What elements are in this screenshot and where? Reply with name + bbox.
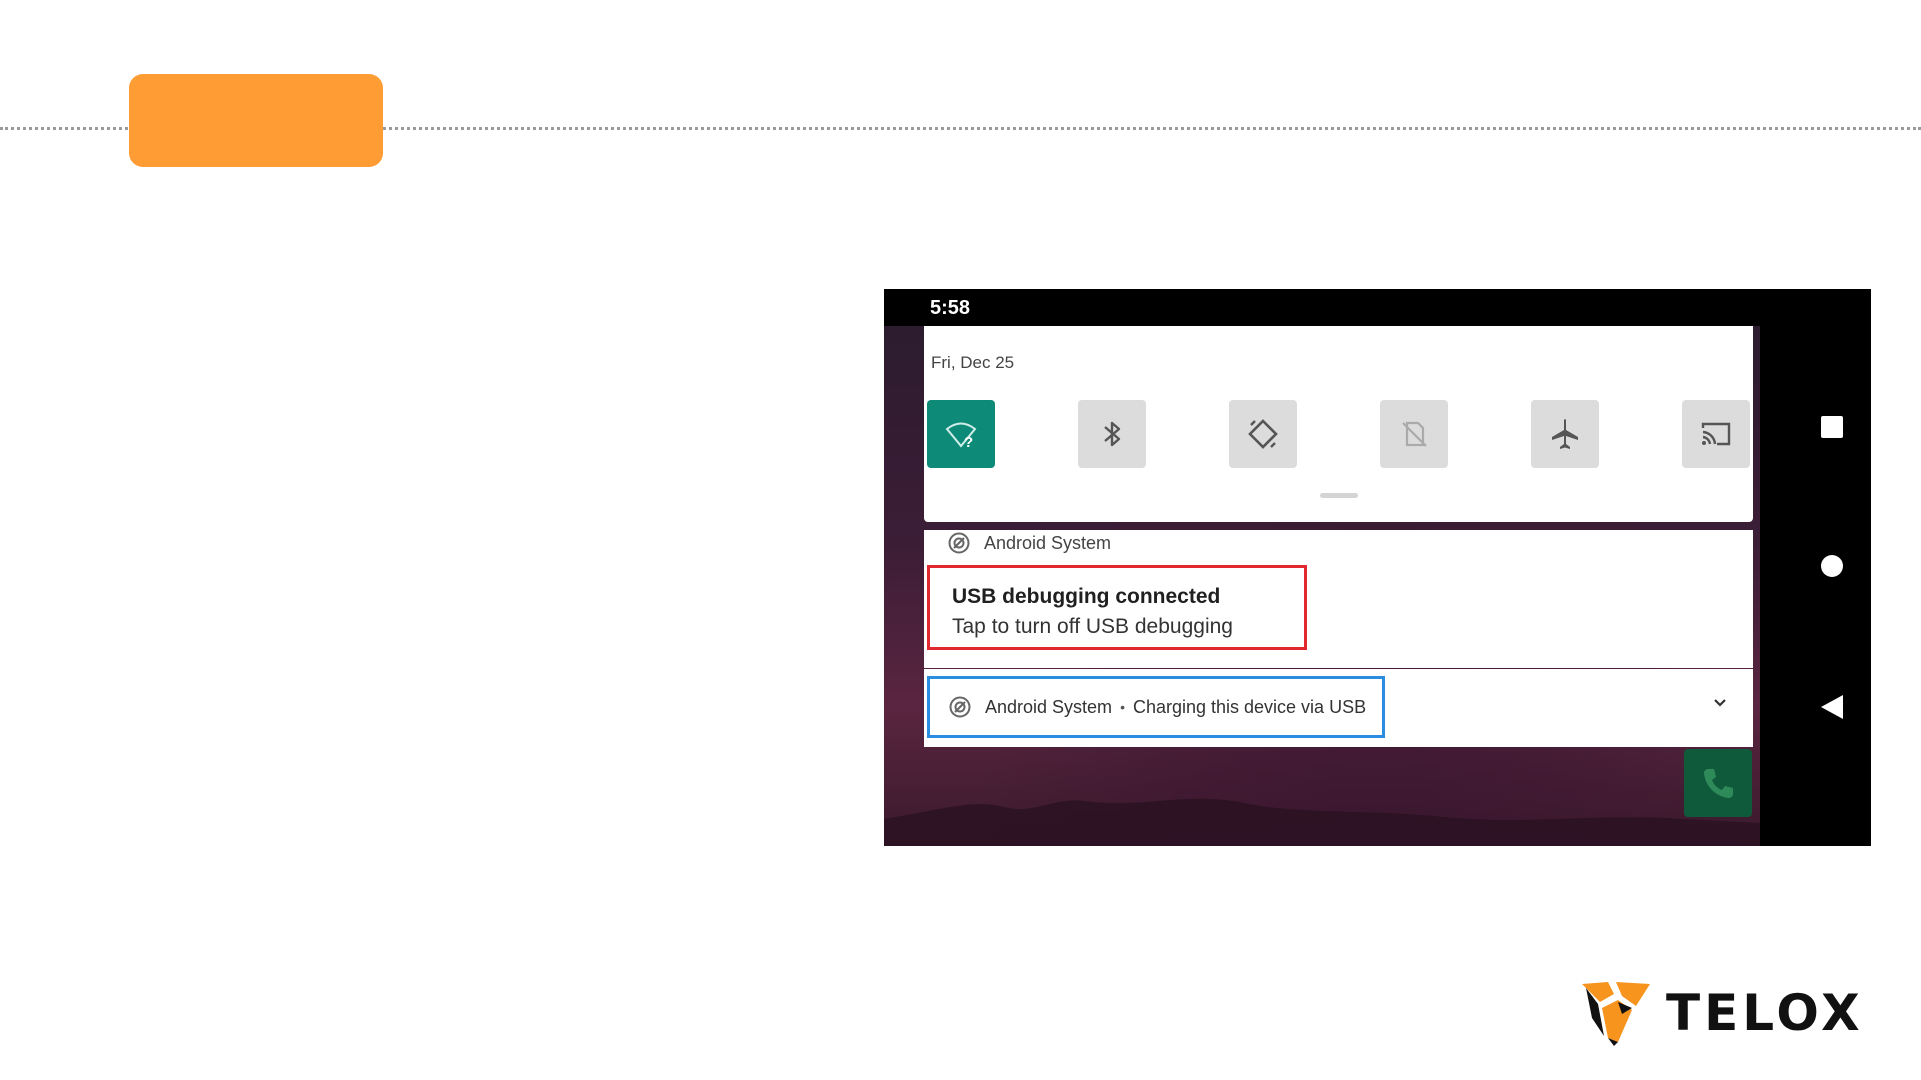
no-sim-tile[interactable] — [1380, 400, 1448, 468]
auto-rotate-icon — [1248, 419, 1278, 449]
back-icon[interactable] — [1821, 695, 1843, 719]
no-sim-icon — [1402, 421, 1427, 447]
notification-text: Charging this device via USB — [1132, 696, 1367, 717]
orange-title-tag — [129, 74, 383, 167]
notification-text: Tap to turn off USB debugging — [952, 615, 1233, 638]
navigation-bar — [1760, 289, 1871, 846]
highlight-box-blue: Android System • Charging this device vi… — [927, 676, 1385, 738]
airplane-mode-tile[interactable] — [1531, 400, 1599, 468]
separator-dot: • — [1120, 699, 1125, 715]
android-screenshot: 5:58 Fri, Dec 25 ? Android System USB de… — [884, 289, 1871, 846]
bluetooth-tile[interactable] — [1078, 400, 1146, 468]
wallpaper-hills — [884, 798, 1760, 846]
airplane-mode-icon — [1552, 419, 1578, 449]
cast-tile[interactable] — [1682, 400, 1750, 468]
telox-logo: TELOX — [1578, 978, 1884, 1048]
status-bar: 5:58 — [884, 289, 1760, 326]
status-clock: 5:58 — [930, 297, 971, 319]
phone-app-icon[interactable] — [1684, 749, 1752, 817]
highlight-box-red: USB debugging connected Tap to turn off … — [927, 565, 1307, 650]
android-system-icon — [949, 696, 971, 718]
telox-logo-mark-icon — [1582, 982, 1650, 1046]
panel-drag-handle[interactable] — [1320, 493, 1358, 498]
wifi-unknown-icon: ? — [945, 422, 977, 451]
recents-icon[interactable] — [1821, 416, 1843, 438]
notification-app-name: Android System — [985, 696, 1113, 717]
quick-settings-panel: Fri, Dec 25 ? — [924, 326, 1753, 522]
notification-charging[interactable]: Android System • Charging this device vi… — [924, 669, 1753, 747]
home-icon[interactable] — [1821, 555, 1843, 577]
phone-icon — [1704, 769, 1733, 798]
notification-app-name: Android System — [984, 532, 1112, 553]
bluetooth-icon — [1104, 421, 1121, 447]
android-system-icon — [948, 532, 970, 554]
auto-rotate-tile[interactable] — [1229, 400, 1297, 468]
quick-settings-date: Fri, Dec 25 — [931, 353, 1015, 372]
brand-name: TELOX — [1666, 984, 1864, 1042]
notification-title: USB debugging connected — [952, 585, 1221, 608]
wifi-tile[interactable]: ? — [927, 400, 995, 468]
expand-chevron-icon[interactable] — [1710, 693, 1730, 713]
notification-app-header: Android System — [948, 532, 1111, 554]
notification-usb-debugging[interactable]: Android System USB debugging connected T… — [924, 530, 1753, 668]
svg-text:?: ? — [964, 434, 973, 451]
cast-icon — [1701, 422, 1731, 446]
